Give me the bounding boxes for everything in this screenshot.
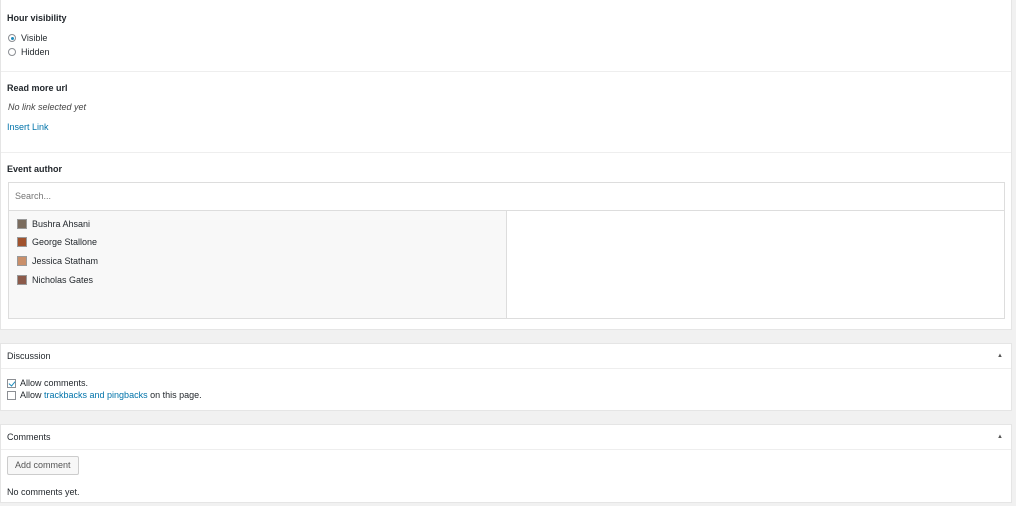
allow-comments-option[interactable]: Allow comments.: [7, 378, 88, 388]
author-choice-name: George Stallone: [32, 237, 98, 247]
author-choice-name: Bushra Ahsani: [32, 219, 91, 229]
author-choice-name: Jessica Statham: [32, 256, 99, 266]
comments-title: Comments: [7, 432, 51, 442]
discussion-header[interactable]: Discussion ▲: [1, 344, 1011, 369]
hour-visibility-label: Hour visibility: [7, 13, 67, 23]
add-comment-button[interactable]: Add comment: [7, 456, 79, 475]
link-status: No link selected yet: [8, 102, 87, 112]
allow-comments-label: Allow comments.: [20, 378, 89, 388]
radio-hidden[interactable]: Hidden: [8, 47, 50, 57]
event-author-label: Event author: [7, 164, 63, 174]
radio-visible[interactable]: Visible: [8, 33, 47, 43]
allow-comments-checkbox[interactable]: [7, 378, 16, 388]
comments-box: Comments ▲ Add comment No comments yet.: [0, 424, 1012, 503]
allow-pingbacks-option[interactable]: Allow trackbacks and pingbacks on this p…: [7, 390, 202, 400]
author-choice-jessica[interactable]: Jessica Statham: [17, 256, 98, 266]
read-more-url-label: Read more url: [7, 83, 68, 93]
discussion-title: Discussion: [7, 351, 51, 361]
comments-header[interactable]: Comments ▲: [1, 425, 1011, 450]
divider: [1, 152, 1011, 153]
author-choice-bushra[interactable]: Bushra Ahsani: [17, 219, 90, 229]
insert-link-button[interactable]: Insert Link: [7, 122, 49, 132]
divider: [1, 71, 1011, 72]
author-choice-nicholas[interactable]: Nicholas Gates: [17, 275, 93, 285]
collapse-arrow-icon[interactable]: ▲: [997, 434, 1003, 440]
author-choices-list: Bushra Ahsani George Stallone Jessica St…: [8, 210, 507, 319]
author-search-box[interactable]: [8, 182, 1005, 211]
author-choice-george[interactable]: George Stallone: [17, 237, 97, 247]
author-choice-name: Nicholas Gates: [32, 275, 94, 285]
discussion-box: Discussion ▲ Allow comments. Allow track…: [0, 343, 1012, 411]
avatar-icon: [17, 275, 27, 285]
avatar-icon: [17, 256, 27, 266]
radio-visible-label: Visible: [21, 33, 48, 43]
avatar-icon: [17, 237, 27, 247]
allow-pingbacks-suffix: on this page.: [147, 390, 202, 400]
trackbacks-link[interactable]: trackbacks and pingbacks: [44, 390, 148, 400]
author-search-input[interactable]: [15, 191, 415, 201]
collapse-arrow-icon[interactable]: ▲: [997, 353, 1003, 359]
custom-fields-panel: Hour visibility Visible Hidden Read more…: [0, 0, 1012, 330]
no-comments-text: No comments yet.: [7, 487, 80, 497]
radio-visible-input[interactable]: [8, 34, 16, 42]
allow-pingbacks-prefix: Allow: [20, 390, 45, 400]
allow-pingbacks-checkbox[interactable]: [7, 390, 16, 400]
radio-hidden-label: Hidden: [21, 47, 50, 57]
avatar-icon: [17, 219, 27, 229]
author-selected-list[interactable]: [506, 210, 1005, 319]
radio-hidden-input[interactable]: [8, 48, 16, 56]
